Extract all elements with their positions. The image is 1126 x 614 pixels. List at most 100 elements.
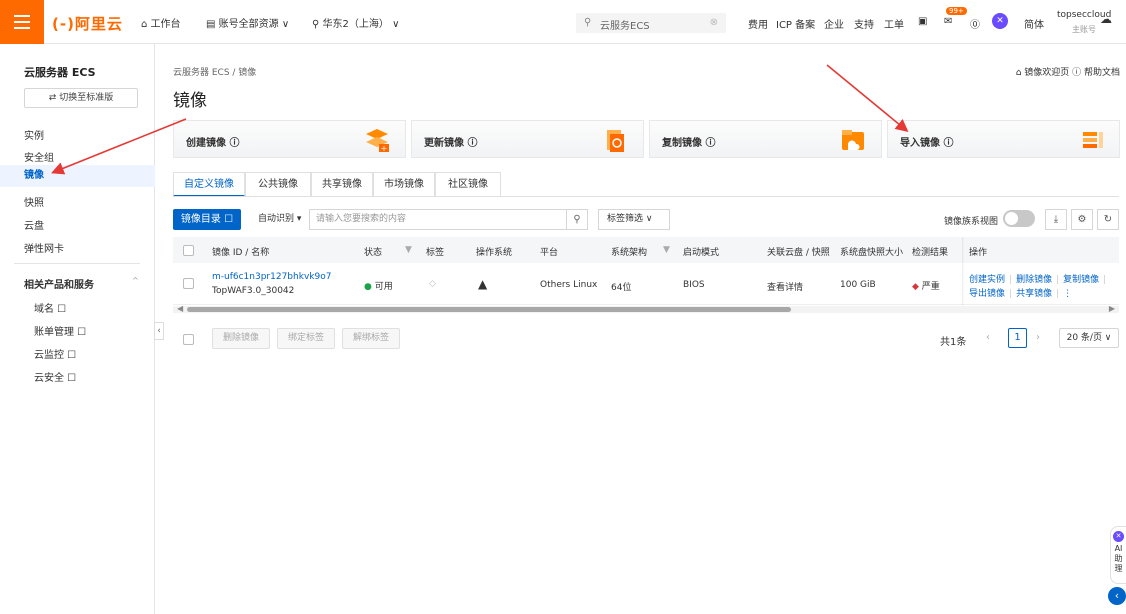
notification-icon[interactable]: ✉ xyxy=(944,16,952,27)
nav-enterprise[interactable]: 企业 xyxy=(824,16,844,31)
view-details-link[interactable]: 查看详情 xyxy=(767,280,803,293)
select-all-checkbox[interactable] xyxy=(183,245,194,256)
home-icon: ⌂ xyxy=(141,19,151,30)
copy-image-link[interactable]: 复制镜像 xyxy=(1063,275,1099,285)
tab-market-images[interactable]: 市场镜像 xyxy=(373,172,435,197)
ai-assistant-tab[interactable]: ✕ AI助理 xyxy=(1110,526,1126,584)
sidebar-item-billing[interactable]: 账单管理 ☐ xyxy=(34,323,86,338)
bulk-delete-button[interactable]: 删除镜像 xyxy=(212,328,270,349)
tab-shared-images[interactable]: 共享镜像 xyxy=(311,172,373,197)
card-copy-image[interactable]: 复制镜像 ⓘ xyxy=(649,120,882,158)
scroll-left-icon[interactable]: ◀ xyxy=(177,304,183,313)
col-snapshot-size: 系统盘快照大小 xyxy=(840,248,904,258)
export-image-link[interactable]: 导出镜像 xyxy=(969,289,1005,299)
boot-mode: BIOS xyxy=(683,280,705,290)
col-check-result: 检测结果 xyxy=(912,248,949,258)
svg-text:+: + xyxy=(381,144,388,153)
bulk-unbind-tag-button[interactable]: 解绑标签 xyxy=(342,328,400,349)
row-checkbox[interactable] xyxy=(183,278,194,289)
workbench-link[interactable]: ⌂ 工作台 xyxy=(141,15,181,30)
search-input[interactable]: 请输入您要搜索的内容 xyxy=(309,209,567,230)
search-icon[interactable]: ⚲ xyxy=(566,209,588,230)
scrollbar-thumb[interactable] xyxy=(187,307,791,312)
region-selector[interactable]: ⚲ 华东2（上海） ∨ xyxy=(312,15,399,30)
collapse-assistant-icon[interactable]: ‹ xyxy=(1108,587,1126,605)
switch-standard-button[interactable]: ⇄ 切换至标准版 xyxy=(24,88,138,108)
resource-selector[interactable]: ▤ 账号全部资源 ∨ xyxy=(206,15,289,30)
image-catalog-button[interactable]: 镜像目录 ☐ xyxy=(173,209,241,230)
user-role: 主账号 xyxy=(1072,25,1096,34)
filter-icon[interactable]: ▼ xyxy=(405,245,412,255)
card-update-image[interactable]: 更新镜像 ⓘ xyxy=(411,120,644,158)
sidebar-item-cloudsecurity[interactable]: 云安全 ☐ xyxy=(34,369,76,384)
share-image-link[interactable]: 共享镜像 xyxy=(1016,289,1052,299)
sidebar-item-eni[interactable]: 弹性网卡 xyxy=(24,240,64,255)
page-title: 镜像 xyxy=(173,91,207,111)
divider xyxy=(14,263,140,264)
sidebar-item-domain[interactable]: 域名 ☐ xyxy=(34,300,66,315)
sidebar-item-images[interactable]: 镜像 xyxy=(0,165,155,187)
card-import-image[interactable]: 导入镜像 ⓘ xyxy=(887,120,1120,158)
menu-icon[interactable] xyxy=(0,0,44,44)
sidebar-item-instances[interactable]: 实例 xyxy=(24,127,44,142)
ai-close-icon[interactable]: ✕ xyxy=(1113,531,1124,542)
sidebar-item-snapshots[interactable]: 快照 xyxy=(24,194,44,209)
nav-icp[interactable]: ICP 备案 xyxy=(776,16,815,31)
sidebar: 云服务器 ECS ⇄ 切换至标准版 实例 安全组 镜像 快照 云盘 弹性网卡 相… xyxy=(0,44,155,614)
sidebar-item-disks[interactable]: 云盘 xyxy=(24,217,44,232)
snapshot-size: 100 GiB xyxy=(840,280,876,290)
nav-ticket[interactable]: 工单 xyxy=(884,16,904,31)
check-circle-icon: ● xyxy=(364,282,372,292)
filter-icon[interactable]: ▼ xyxy=(663,245,670,255)
update-image-icon xyxy=(607,130,624,152)
more-icon[interactable]: ⋮ xyxy=(1063,289,1072,299)
nav-support[interactable]: 支持 xyxy=(854,16,874,31)
ai-icon[interactable]: ✕ xyxy=(992,13,1008,29)
table-row: m-uf6c1n3pr127bhkvk9o7 TopWAF3.0_30042 ●… xyxy=(173,263,1119,305)
sidebar-item-cloudmonitor[interactable]: 云监控 ☐ xyxy=(34,346,76,361)
warning-icon: ◆ xyxy=(912,282,919,292)
sidebar-item-security-groups[interactable]: 安全组 xyxy=(24,149,54,164)
page-current[interactable]: 1 xyxy=(1008,328,1027,348)
horizontal-scrollbar[interactable]: ◀ ▶ xyxy=(173,304,1119,313)
col-image-id: 镜像 ID / 名称 xyxy=(212,248,270,258)
filter-type-select[interactable]: 自动识别 ▾ xyxy=(250,209,308,230)
language-selector[interactable]: 简体 xyxy=(1024,16,1044,31)
breadcrumb[interactable]: 云服务器 ECS / 镜像 xyxy=(173,65,256,78)
tab-underline xyxy=(173,196,1119,197)
tab-community-images[interactable]: 社区镜像 xyxy=(435,172,501,197)
image-id-link[interactable]: m-uf6c1n3pr127bhkvk9o7 xyxy=(212,272,331,282)
top-bar: (-)阿里云 ⌂ 工作台 ▤ 账号全部资源 ∨ ⚲ 华东2（上海） ∨ ⚲ 云服… xyxy=(0,0,1126,44)
aliyun-logo[interactable]: (-)阿里云 xyxy=(52,13,123,34)
refresh-icon[interactable]: ↻ xyxy=(1097,209,1119,230)
bulk-select-checkbox[interactable] xyxy=(183,334,194,345)
tab-custom-images[interactable]: 自定义镜像 xyxy=(173,172,245,197)
avatar[interactable]: ☁ xyxy=(1100,12,1120,30)
scroll-right-icon[interactable]: ▶ xyxy=(1109,304,1115,313)
settings-icon[interactable]: ⚙ xyxy=(1071,209,1093,230)
status-badge: ● 可用 xyxy=(364,282,393,292)
next-page-icon[interactable]: › xyxy=(1036,332,1040,343)
related-section-title[interactable]: 相关产品和服务 xyxy=(24,276,94,291)
prev-page-icon[interactable]: ‹ xyxy=(986,332,990,343)
download-icon[interactable]: ⤓ xyxy=(1045,209,1067,230)
page-size-select[interactable]: 20 条/页 ∨ xyxy=(1059,328,1119,348)
help-icon[interactable]: ⓪ xyxy=(970,16,980,31)
chevron-up-icon[interactable]: ^ xyxy=(132,276,139,285)
global-search-input[interactable]: ⚲ 云服务ECS ⊗ xyxy=(576,13,726,33)
clear-icon[interactable]: ⊗ xyxy=(710,17,718,28)
nav-billing[interactable]: 费用 xyxy=(748,16,768,31)
check-result[interactable]: ◆ 严重 xyxy=(912,279,940,292)
tag-filter-button[interactable]: 标签筛选 ∨ xyxy=(598,209,670,230)
delete-image-link[interactable]: 删除镜像 xyxy=(1016,275,1052,285)
bulk-bind-tag-button[interactable]: 绑定标签 xyxy=(277,328,335,349)
screen-icon[interactable]: ▣ xyxy=(918,16,927,27)
family-view-toggle[interactable] xyxy=(1003,210,1035,227)
help-links[interactable]: ⌂ 镜像欢迎页 ⓘ 帮助文档 xyxy=(1016,65,1120,78)
create-instance-link[interactable]: 创建实例 xyxy=(969,275,1005,285)
sidebar-collapse-button[interactable]: ‹ xyxy=(154,322,164,340)
card-create-image[interactable]: 创建镜像 ⓘ + xyxy=(173,120,406,158)
tab-public-images[interactable]: 公共镜像 xyxy=(245,172,311,197)
col-tags: 标签 xyxy=(426,248,445,258)
tag-icon[interactable]: ◇ xyxy=(429,279,436,289)
